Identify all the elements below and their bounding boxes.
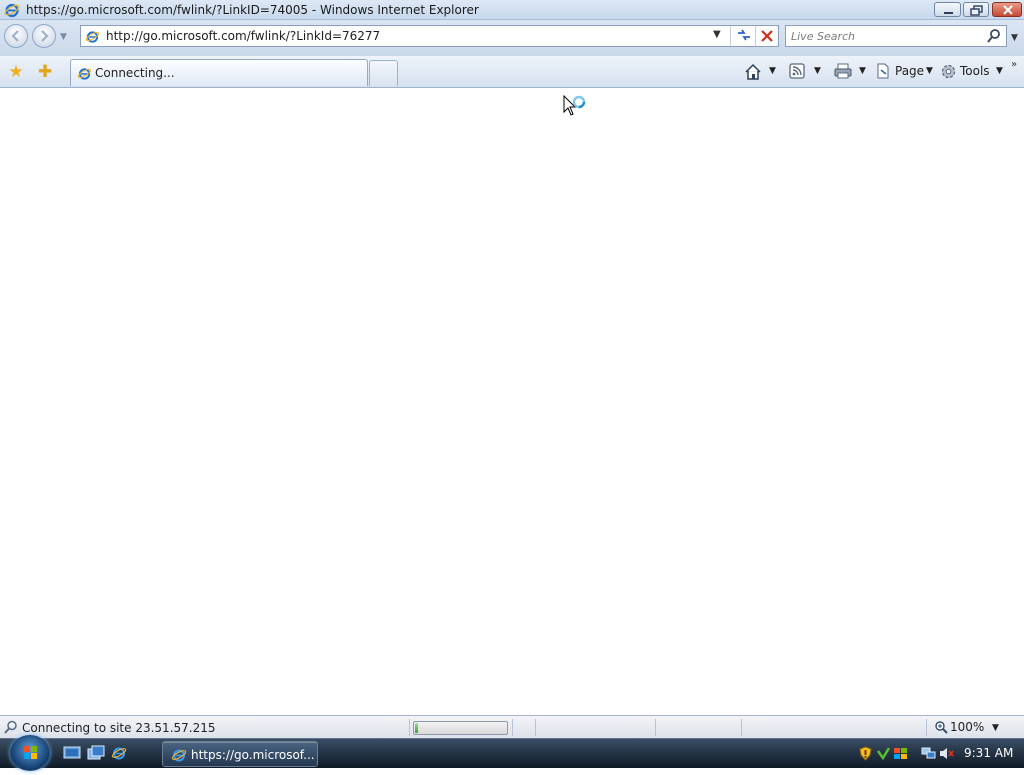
home-dropdown-icon[interactable]: ▼ [769,66,776,84]
minimize-icon [944,12,953,14]
zoom-dropdown-icon[interactable]: ▼ [992,723,999,733]
refresh-button[interactable] [733,27,755,45]
page-menu-button[interactable]: Page ▼ [875,63,937,81]
connecting-magnifier-icon [4,720,17,734]
favorites-star-icon[interactable]: ★ [6,62,26,82]
page-content [0,89,1024,715]
address-bar[interactable]: http://go.microsoft.com/fwlink/?LinkId=7… [80,25,779,47]
taskbar-window-button[interactable]: https://go.microsof... [162,741,318,767]
switch-windows-icon[interactable] [87,745,105,761]
forward-arrow-icon [41,30,49,42]
windows-flag-tray-icon[interactable] [893,746,908,761]
stop-icon [761,30,773,42]
search-options-dropdown[interactable]: ▼ [1011,33,1018,43]
status-divider [655,719,656,736]
home-icon [745,63,761,80]
print-dropdown-icon[interactable]: ▼ [859,66,866,84]
status-divider [512,719,513,736]
tools-menu-label: Tools [960,64,990,78]
start-button[interactable] [10,735,50,771]
status-divider [926,719,927,736]
window-title: https://go.microsoft.com/fwlink/?LinkID=… [26,3,479,17]
status-divider [535,719,536,736]
page-icon [877,63,889,79]
progress-bar [413,721,508,735]
close-button[interactable] [992,2,1022,17]
gear-icon [941,64,956,79]
taskbar: https://go.microsof... 9:31 AM [0,735,1024,771]
recent-pages-dropdown[interactable]: ▼ [60,32,67,42]
internet-explorer-quicklaunch-icon[interactable] [110,745,128,761]
search-input[interactable]: Live Search [791,30,855,43]
divider [730,26,731,46]
refresh-icon [738,29,750,41]
status-bar: Connecting to site 23.51.57.215 100% ▼ [0,715,1024,738]
progress-fill [415,723,418,733]
security-shield-icon[interactable] [858,746,873,761]
tab-label: Connecting... [95,66,175,80]
show-desktop-icon[interactable] [63,745,81,761]
divider [755,26,756,46]
volume-muted-icon[interactable] [939,746,954,761]
restore-button[interactable] [963,2,989,17]
busy-cursor-icon [563,95,586,116]
windows-update-icon[interactable] [876,746,891,761]
tools-menu-button[interactable]: Tools ▼ [940,63,1006,81]
feeds-button[interactable] [789,63,805,81]
restore-icon [970,5,983,16]
minimize-button[interactable] [934,2,961,17]
print-button[interactable] [834,63,852,81]
zoom-icon [935,721,948,734]
address-input[interactable]: http://go.microsoft.com/fwlink/?LinkId=7… [106,29,380,43]
page-icon [85,31,100,43]
stop-button[interactable] [757,26,777,46]
windows-logo-icon [24,746,37,759]
status-divider [741,719,742,736]
title-bar: https://go.microsoft.com/fwlink/?LinkID=… [0,0,1024,20]
printer-icon [834,63,852,79]
search-box[interactable]: Live Search [785,25,1007,47]
status-divider [409,719,410,736]
command-bar: ★ ✚ Connecting... ▼ ▼ ▼ Page ▼ Tools ▼ » [0,56,1024,88]
add-favorites-icon[interactable]: ✚ [35,62,55,82]
back-arrow-icon [11,30,19,42]
tools-dropdown-icon: ▼ [996,66,1003,76]
search-icon[interactable] [986,28,1002,44]
feeds-dropdown-icon[interactable]: ▼ [814,66,821,84]
home-button[interactable] [744,63,762,81]
chevron-more-icon[interactable]: » [1011,59,1017,70]
internet-explorer-icon [171,749,187,762]
close-icon [1003,5,1013,15]
rss-feed-icon [789,63,805,79]
page-menu-label: Page [895,64,925,78]
page-dropdown-icon: ▼ [926,66,933,76]
back-button[interactable] [4,24,28,48]
taskbar-window-label: https://go.microsof... [191,748,315,762]
clock[interactable]: 9:31 AM [964,746,1013,760]
tab-page-icon [77,68,92,80]
tab-current[interactable]: Connecting... [70,59,368,86]
new-tab-button[interactable] [369,60,398,86]
forward-button[interactable] [32,24,56,48]
status-text: Connecting to site 23.51.57.215 [22,721,216,735]
network-icon[interactable] [921,746,936,761]
navigation-bar: ▼ http://go.microsoft.com/fwlink/?LinkId… [0,20,1024,56]
address-dropdown-icon[interactable]: ▼ [713,29,721,40]
internet-explorer-icon [4,3,20,18]
zoom-level: 100% [950,720,985,734]
